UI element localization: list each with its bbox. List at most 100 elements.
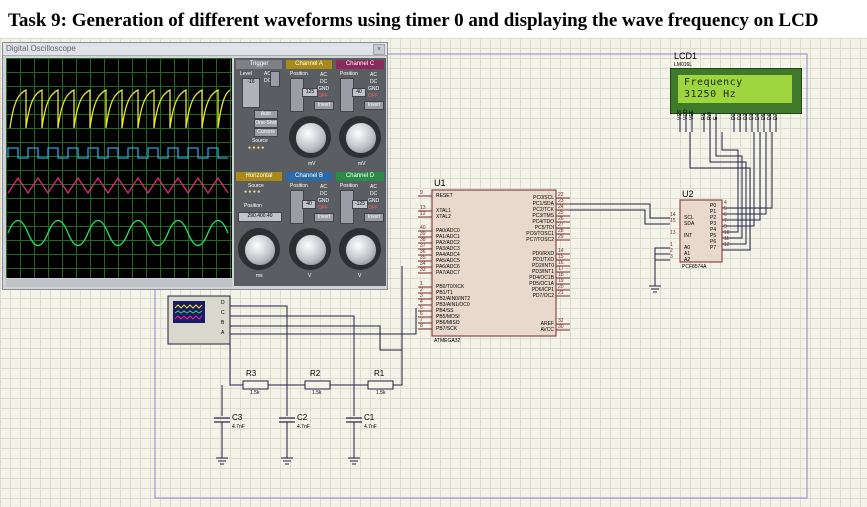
mcu-right-pin-number: 29 xyxy=(558,234,564,240)
channel-c-position-label: Position xyxy=(340,71,358,77)
channel-c-unit: mV xyxy=(358,161,366,167)
horizontal-header: Horizontal xyxy=(236,172,282,181)
probe-channel-a: A xyxy=(221,330,225,336)
mcu-left-pin-label: XTAL2 xyxy=(436,214,451,220)
expander-left-pin-number: 15 xyxy=(670,218,676,224)
channel-b-dc-label: DC xyxy=(320,191,328,197)
expander-right-pin-number: 12 xyxy=(724,242,730,248)
expander-left-pin-label: A2 xyxy=(684,257,691,263)
mcu-left-pin-number: 33 xyxy=(420,267,426,273)
channel-b-position-value: 40 xyxy=(302,200,316,209)
channel-d-ac-label: AC xyxy=(370,184,377,190)
mcu-left-pin-label: PA7/ADC7 xyxy=(436,270,460,276)
expander-model: PCF8574A xyxy=(682,264,707,270)
horizontal-timebase-knob[interactable] xyxy=(244,234,276,266)
channel-d-scale-knob[interactable] xyxy=(345,234,377,266)
channel-d-off-label: OFF xyxy=(368,205,378,211)
channel-a-unit: mV xyxy=(308,161,316,167)
channel-a-gnd-label: GND xyxy=(318,86,330,92)
mcu-ref: U1 xyxy=(434,178,446,188)
page-heading: Task 9: Generation of different waveform… xyxy=(8,10,819,31)
channel-b-invert-button[interactable]: Invert xyxy=(314,213,334,222)
c2-value: 4.7nF xyxy=(297,424,310,430)
mcu-left-pin-number: 8 xyxy=(420,323,423,329)
channel-d-gnd-label: GND xyxy=(368,198,380,204)
expander-ref: U2 xyxy=(682,189,694,199)
mcu-right-pin-label: PC7/TOSC2 xyxy=(526,237,554,243)
close-icon[interactable]: × xyxy=(373,44,385,55)
c3-value: 4.7nF xyxy=(232,424,245,430)
r1-ref: R1 xyxy=(374,369,385,378)
channel-a-position-label: Position xyxy=(290,71,308,77)
oscilloscope-title: Digital Oscilloscope xyxy=(6,44,76,53)
channel-b-unit: V xyxy=(308,273,312,279)
expander-left-pin-label: INT xyxy=(684,233,693,239)
mcu-right-pin-number: 30 xyxy=(558,324,564,330)
c3-ref: C3 xyxy=(232,413,243,422)
horizontal-source-selector[interactable]: ● ● ● ● xyxy=(244,189,260,195)
channel-d-invert-button[interactable]: Invert xyxy=(364,213,384,222)
lcd-pin-vee: VEE xyxy=(689,109,695,120)
c1-ref: C1 xyxy=(364,413,375,422)
lcd-pin-e: E xyxy=(713,116,719,120)
mcu-left-pin-label: PB7/SCK xyxy=(436,326,458,332)
trigger-coupling-switch[interactable] xyxy=(270,71,280,87)
trace-c xyxy=(7,176,229,195)
lcd-pin-d7: D7 xyxy=(773,113,779,120)
trigger-auto-button[interactable]: Auto xyxy=(254,110,278,119)
channel-d-position-value: -125 xyxy=(352,200,368,209)
r1-value: 1.5k xyxy=(376,390,386,396)
expander-left-pin-number: 3 xyxy=(670,254,673,260)
mcu-right-pin-number: 21 xyxy=(558,290,564,296)
channel-c-header: Channel C xyxy=(336,60,384,69)
channel-d-dc-label: DC xyxy=(370,191,378,197)
lcd-display[interactable]: Frequency 31250 Hz xyxy=(670,68,802,114)
expander-left-pin-number: 13 xyxy=(670,230,676,236)
lcd-line-2: 31250 Hz xyxy=(684,89,737,100)
r2-ref: R2 xyxy=(310,369,321,378)
r2-value: 1.5k xyxy=(312,390,322,396)
channel-b-position-label: Position xyxy=(290,183,308,189)
lcd-line-1: Frequency xyxy=(684,77,743,88)
probe-channel-d: D xyxy=(221,300,225,306)
r3-ref: R3 xyxy=(246,369,257,378)
channel-a-header: Channel A xyxy=(286,60,332,69)
channel-a-invert-button[interactable]: Invert xyxy=(314,101,334,110)
channel-a-off-label: OFF xyxy=(318,93,328,99)
trigger-cursors-button[interactable]: Cursors xyxy=(254,128,278,137)
trigger-level-label: Level xyxy=(240,71,252,77)
channel-c-off-label: OFF xyxy=(368,93,378,99)
mcu-model: ATMEGA32 xyxy=(434,338,461,344)
trigger-source-selector[interactable]: ● ● ● ● xyxy=(248,145,264,151)
mcu-left-pin-number: 12 xyxy=(420,211,426,217)
horizontal-position-label: Position xyxy=(244,203,262,209)
channel-b-gnd-label: GND xyxy=(318,198,330,204)
oscilloscope-control-panel: Trigger Channel A Channel C Level -16 AC… xyxy=(234,58,386,286)
horizontal-position-value[interactable]: 290.400.40 xyxy=(238,212,282,222)
oscilloscope-titlebar[interactable]: Digital Oscilloscope × xyxy=(3,43,387,56)
trigger-one-shot-button[interactable]: One-Shot xyxy=(254,119,278,128)
channel-c-dc-label: DC xyxy=(370,79,378,85)
trigger-level-slider[interactable]: -16 xyxy=(242,78,260,108)
channel-c-scale-knob[interactable] xyxy=(345,122,377,154)
channel-d-position-label: Position xyxy=(340,183,358,189)
channel-c-position-value: 40 xyxy=(352,88,366,97)
horizontal-unit: ms xyxy=(256,273,263,279)
probe-channel-b: B xyxy=(221,320,225,326)
expander-left-pin-label: SDA xyxy=(684,221,695,227)
channel-c-invert-button[interactable]: Invert xyxy=(364,101,384,110)
lcd-screen: Frequency 31250 Hz xyxy=(678,75,792,103)
channel-b-scale-knob[interactable] xyxy=(295,234,327,266)
schematic-canvas[interactable]: Digital Oscilloscope × Trigger Channel A… xyxy=(0,38,867,507)
oscilloscope-traces xyxy=(7,88,231,247)
channel-b-ac-label: AC xyxy=(320,184,327,190)
oscilloscope-window[interactable]: Digital Oscilloscope × Trigger Channel A… xyxy=(2,42,388,290)
channel-a-scale-knob[interactable] xyxy=(295,122,327,154)
trigger-header: Trigger xyxy=(236,60,282,69)
trace-d xyxy=(7,219,229,247)
channel-a-dc-label: DC xyxy=(320,79,328,85)
oscilloscope-screen xyxy=(6,58,232,278)
c1-value: 4.7nF xyxy=(364,424,377,430)
c2-ref: C2 xyxy=(297,413,308,422)
channel-a-position-value: 125 xyxy=(302,88,318,97)
